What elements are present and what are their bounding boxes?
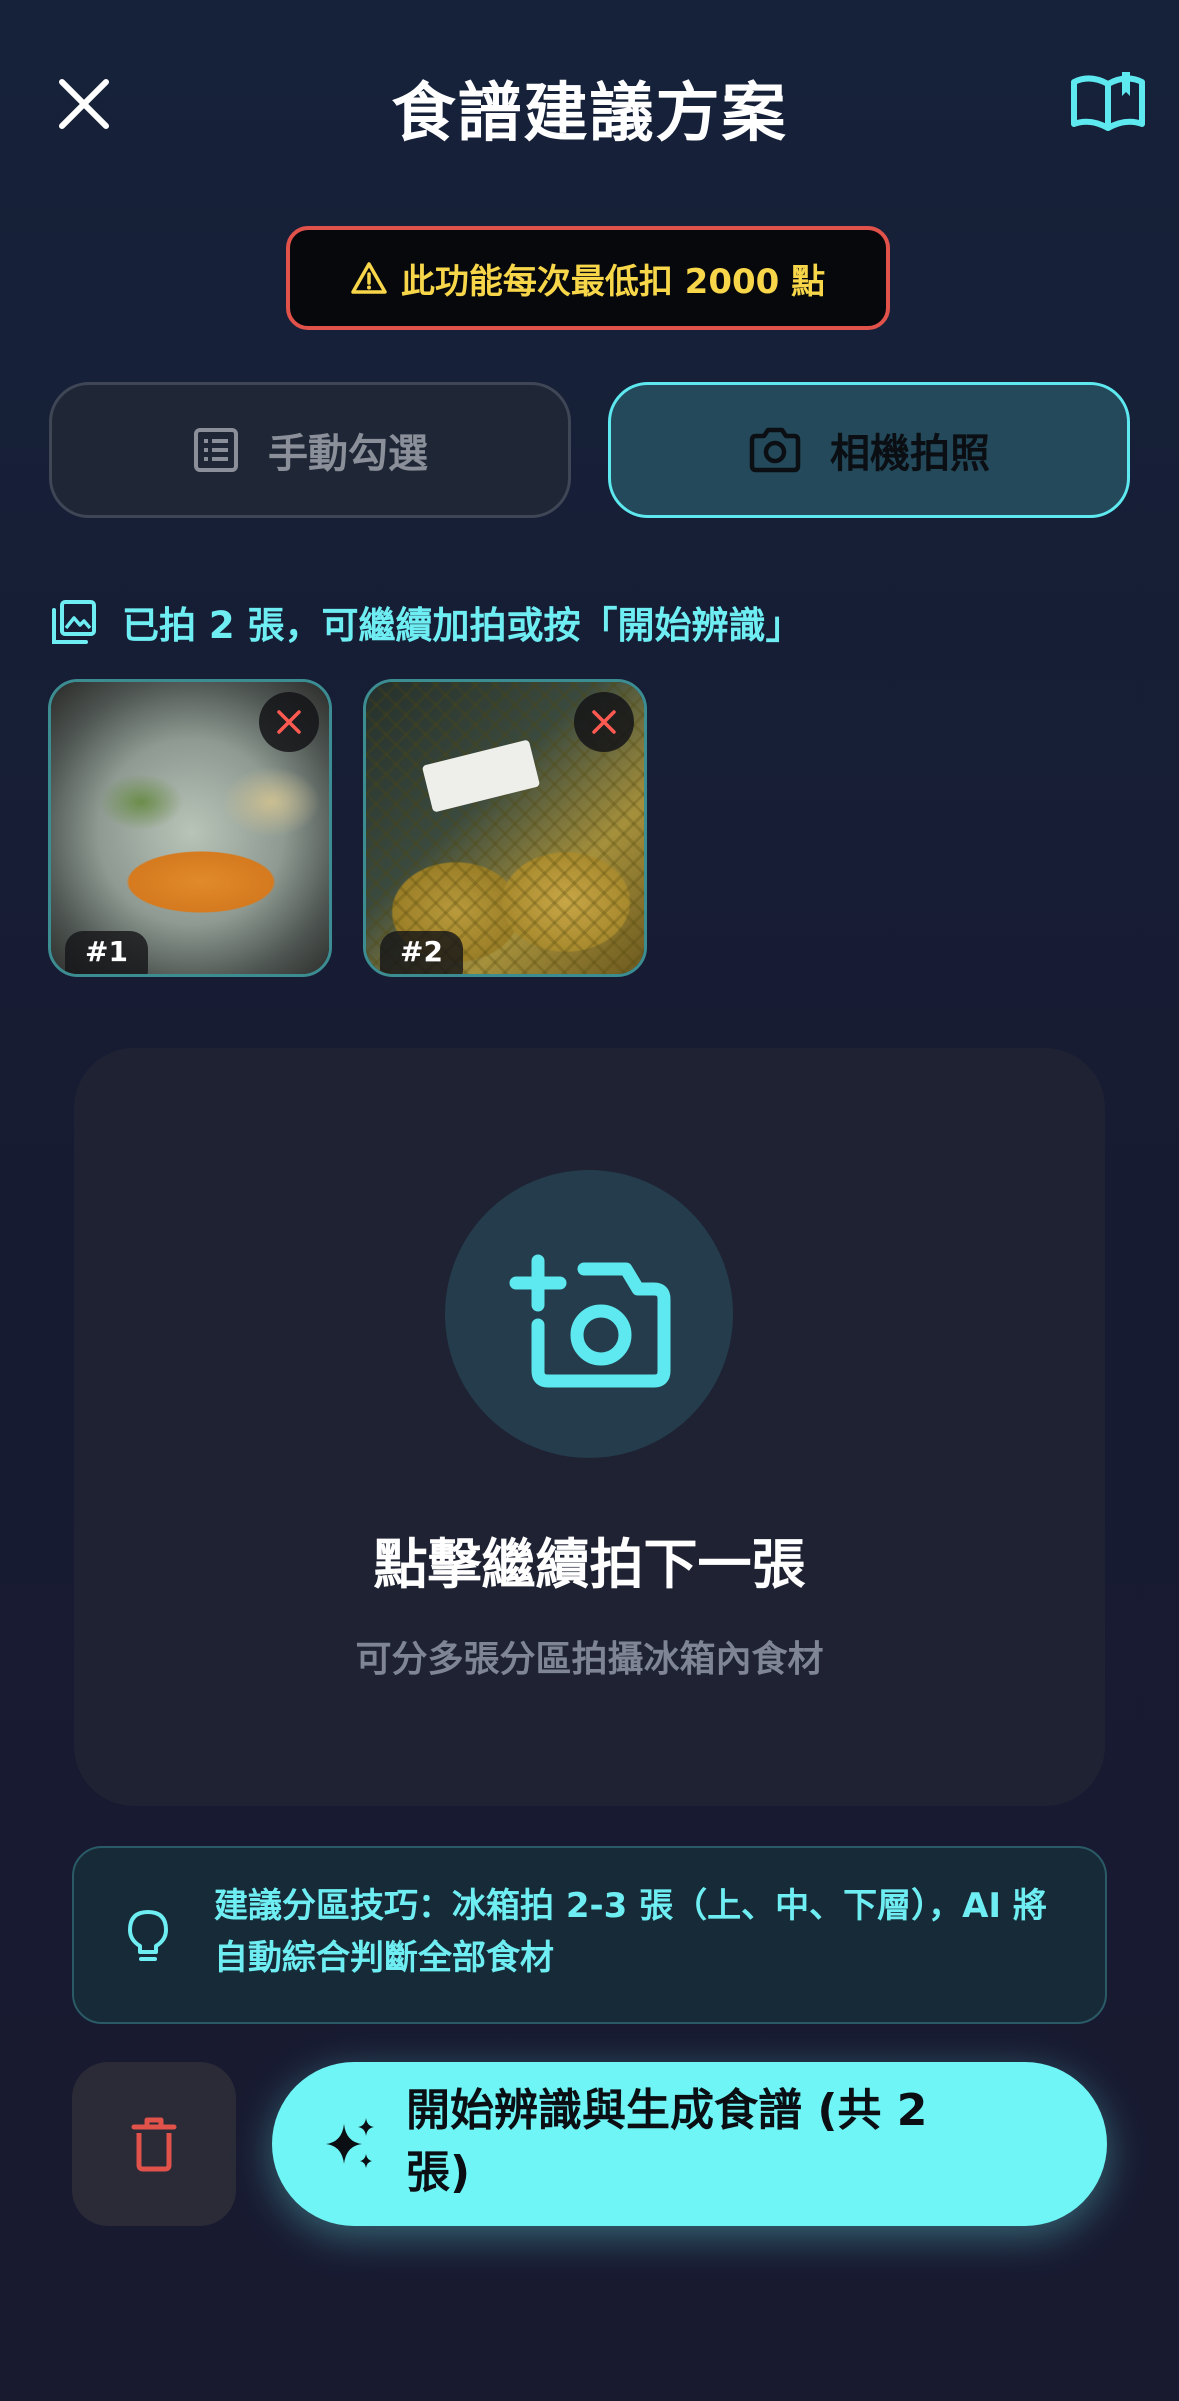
- trash-icon: [131, 2117, 177, 2172]
- photo-count-text: 已拍 2 張，可繼續加拍或按「開始辨識」: [122, 604, 803, 647]
- book-icon: [1071, 72, 1145, 131]
- photo-thumbnail[interactable]: #1: [48, 679, 332, 977]
- gallery-icon: [52, 600, 96, 644]
- add-camera-icon: [509, 1254, 671, 1388]
- capture-title: 點擊繼續拍下一張: [373, 1533, 806, 1596]
- tab-manual-select[interactable]: 手動勾選: [49, 382, 571, 518]
- recipe-book-button[interactable]: [1068, 66, 1148, 136]
- capture-subtitle: 可分多張分區拍攝冰箱內食材: [355, 1639, 824, 1680]
- warning-icon: [351, 262, 387, 294]
- tip-box: 建議分區技巧：冰箱拍 2-3 張（上、中、下層），AI 將自動綜合判斷全部食材: [72, 1846, 1107, 2024]
- photo-count-row: 已拍 2 張，可繼續加拍或按「開始辨識」: [50, 592, 803, 652]
- delete-all-button[interactable]: [72, 2062, 236, 2226]
- lightbulb-icon: [128, 1910, 168, 1961]
- remove-icon: [592, 710, 616, 734]
- tab-manual-label: 手動勾選: [268, 431, 428, 477]
- photo-number: #2: [380, 931, 463, 974]
- remove-icon: [277, 710, 301, 734]
- photo-thumbnail[interactable]: #2: [363, 679, 647, 977]
- list-icon: [194, 428, 238, 472]
- tip-text: 建議分區技巧：冰箱拍 2-3 張（上、中、下層），AI 將自動綜合判斷全部食材: [214, 1886, 1047, 1978]
- start-recognition-button[interactable]: 開始辨識與生成食譜 (共 2 張): [272, 2062, 1107, 2226]
- sparkle-icon: [326, 2118, 374, 2168]
- tab-camera-label: 相機拍照: [830, 431, 990, 477]
- points-warning: 此功能每次最低扣 2000 點: [286, 226, 890, 330]
- warning-text: 此功能每次最低扣 2000 點: [400, 261, 826, 302]
- capture-next-area[interactable]: 點擊繼續拍下一張 可分多張分區拍攝冰箱內食材: [74, 1048, 1105, 1806]
- tab-camera[interactable]: 相機拍照: [608, 382, 1130, 518]
- camera-icon: [749, 427, 801, 473]
- start-button-label: 開始辨識與生成食譜 (共 2 張): [406, 2085, 928, 2198]
- add-camera-button[interactable]: [445, 1170, 733, 1458]
- remove-photo-button[interactable]: [259, 692, 319, 752]
- page-title: 食譜建議方案: [391, 77, 788, 151]
- remove-photo-button[interactable]: [574, 692, 634, 752]
- photo-number: #1: [65, 931, 148, 974]
